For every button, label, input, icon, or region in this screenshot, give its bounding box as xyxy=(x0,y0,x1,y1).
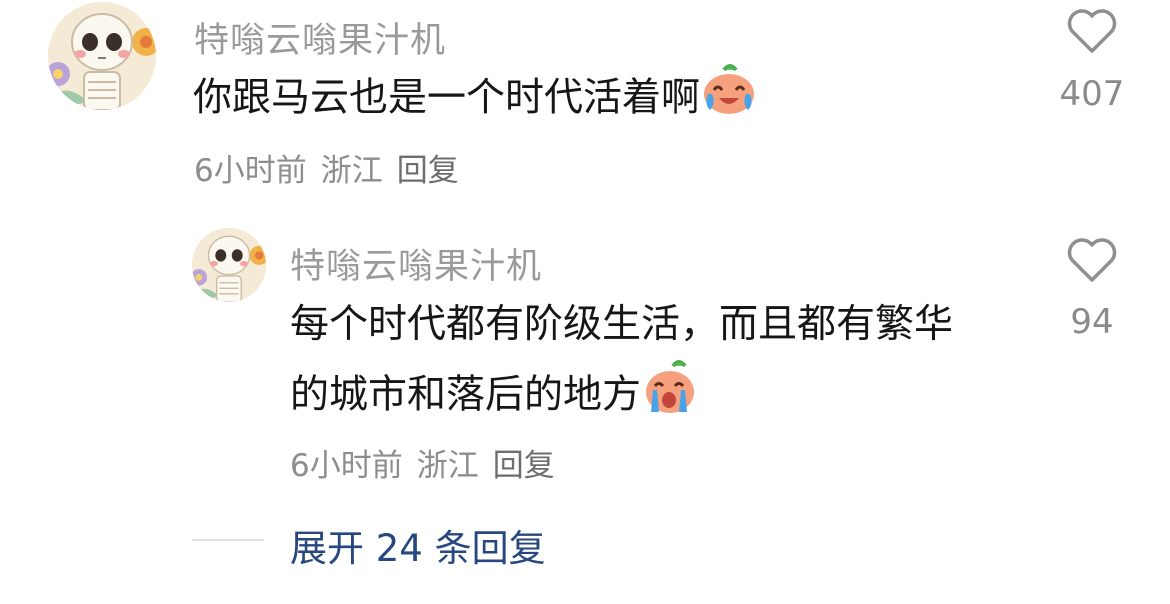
expand-replies-link[interactable]: 展开 24 条回复 xyxy=(290,518,546,572)
like-button[interactable] xyxy=(1066,237,1118,283)
reply-button[interactable]: 回复 xyxy=(493,448,555,484)
comment-location: 浙江 xyxy=(320,153,383,189)
comment-time: 6小时前 xyxy=(290,448,403,484)
comment-text-body: 你跟马云也是一个时代活着啊 xyxy=(193,75,701,121)
comment-time: 6小时前 xyxy=(194,153,307,189)
comment-meta: 6小时前 浙江 回复 xyxy=(194,145,473,190)
crying-laughing-emoji-icon xyxy=(702,64,756,136)
comment-text-line2: 的城市和落后的地方 xyxy=(290,372,642,418)
like-button[interactable] xyxy=(1066,8,1118,54)
comment-text-line1: 每个时代都有阶级生活，而且都有繁华 xyxy=(290,302,954,347)
heart-outline-icon xyxy=(1067,9,1117,53)
comment-meta: 6小时前 浙江 回复 xyxy=(290,440,569,485)
like-count: 94 xyxy=(1070,302,1114,342)
like-count: 407 xyxy=(1059,74,1125,114)
comment-location: 浙江 xyxy=(416,448,479,484)
comment-text: 你跟马云也是一个时代活着啊 xyxy=(193,64,756,136)
comment-text: 的城市和落后的地方 xyxy=(290,360,697,434)
comment-username[interactable]: 特嗡云嗡果汁机 xyxy=(290,238,542,289)
crying-emoji-icon xyxy=(643,360,697,434)
avatar[interactable] xyxy=(192,228,266,302)
avatar[interactable] xyxy=(48,2,156,110)
comment-username[interactable]: 特嗡云嗡果汁机 xyxy=(194,12,446,63)
divider xyxy=(192,539,264,541)
reply-button[interactable]: 回复 xyxy=(397,153,459,189)
heart-outline-icon xyxy=(1067,238,1117,282)
